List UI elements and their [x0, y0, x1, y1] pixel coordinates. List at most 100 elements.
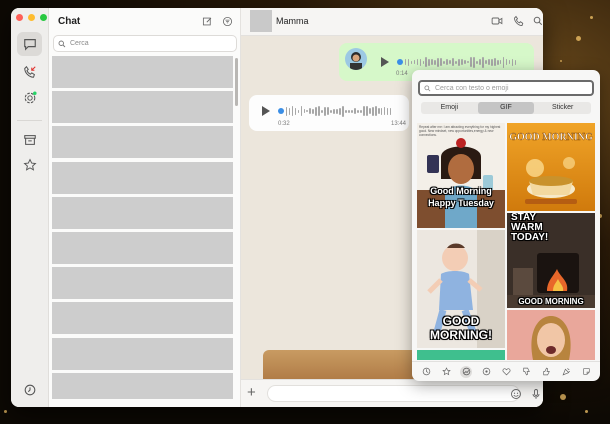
waveform-bar: [309, 108, 311, 114]
gif-item[interactable]: [417, 350, 505, 360]
play-button[interactable]: [262, 106, 270, 116]
waveform-bar: [485, 60, 487, 64]
sender-avatar: [345, 48, 367, 70]
waveform-bar: [467, 61, 469, 63]
contact-avatar[interactable]: [250, 10, 272, 32]
gif-item[interactable]: GOOD MORNING: [507, 123, 595, 211]
category-icon[interactable]: [480, 366, 492, 378]
play-button[interactable]: [381, 57, 389, 67]
plus-icon[interactable]: +: [247, 384, 256, 401]
waveform-bar: [455, 60, 457, 64]
waveform-bar: [390, 107, 392, 115]
waveform-bar: [434, 59, 436, 65]
video-call-icon[interactable]: [491, 15, 503, 27]
party-icon[interactable]: [560, 366, 572, 378]
message-input[interactable]: [267, 385, 520, 402]
smiley-icon[interactable]: [510, 388, 522, 400]
playhead-dot[interactable]: [397, 59, 403, 65]
gear-icon: [24, 384, 35, 396]
chat-row[interactable]: [52, 372, 233, 399]
gif-caption: GOOD MORNING: [518, 297, 584, 306]
chat-row[interactable]: [52, 161, 233, 194]
waveform-bar: [509, 60, 511, 64]
thumb-up-icon[interactable]: [540, 366, 552, 378]
gif-item[interactable]: STAY WARM TODAY! GOOD MORNING: [507, 213, 595, 308]
waveform-bar: [312, 108, 314, 114]
incoming-voice-message: 0:32 13:44: [249, 95, 409, 131]
rail-chats-button[interactable]: [17, 32, 42, 56]
chat-row[interactable]: [52, 302, 233, 335]
recent-icon[interactable]: [420, 366, 432, 378]
gif-grid: Repeat after me: I am attracting everyth…: [416, 123, 596, 360]
thumb-down-icon[interactable]: [520, 366, 532, 378]
waveform-bar: [315, 106, 317, 116]
waveform-bar: [360, 109, 362, 113]
chat-list-panel: Chat Cerca: [49, 8, 241, 407]
waveform-bar: [419, 58, 421, 66]
contact-name[interactable]: Mamma: [276, 16, 309, 26]
chat-row[interactable]: [52, 91, 233, 124]
playhead-dot[interactable]: [278, 108, 284, 114]
navigation-rail: [11, 8, 49, 407]
zoom-window-button[interactable]: [40, 14, 47, 21]
chat-row[interactable]: [52, 56, 233, 88]
chat-row[interactable]: [52, 267, 233, 300]
rail-starred-button[interactable]: [17, 153, 42, 177]
waveform-bar: [407, 58, 409, 66]
tab-sticker[interactable]: Sticker: [534, 102, 591, 114]
gif-caption: Good Morning Happy Tuesday: [428, 186, 494, 208]
waveform-bar: [285, 106, 287, 116]
chat-row[interactable]: [52, 196, 233, 229]
chat-list-scrollbar[interactable]: [235, 58, 238, 106]
heart-icon[interactable]: [500, 366, 512, 378]
tab-emoji[interactable]: Emoji: [421, 102, 478, 114]
phone-icon: [23, 65, 36, 78]
rail-archived-button[interactable]: [17, 128, 42, 152]
trending-icon[interactable]: [460, 365, 472, 378]
svg-text:GOOD MORNING: GOOD MORNING: [509, 132, 593, 143]
search-icon: [424, 84, 431, 91]
compose-icon[interactable]: [202, 16, 213, 27]
chat-list-title: Chat: [58, 16, 81, 27]
background-sparkle: [560, 394, 566, 400]
voice-waveform[interactable]: [278, 105, 392, 117]
minimize-window-button[interactable]: [28, 14, 35, 21]
rail-status-button[interactable]: [17, 86, 42, 110]
chat-search-field[interactable]: Cerca: [53, 35, 237, 52]
waveform-bar: [404, 59, 406, 65]
chat-row[interactable]: [52, 337, 233, 370]
waveform-bar: [443, 60, 445, 64]
waveform-bar: [330, 109, 332, 113]
window-controls: [16, 14, 47, 21]
chat-row[interactable]: [52, 231, 233, 264]
waveform-bar: [458, 58, 460, 66]
chat-row[interactable]: [52, 126, 233, 159]
voice-waveform[interactable]: [397, 56, 517, 68]
background-sparkle: [4, 410, 7, 413]
waveform-bar: [300, 106, 302, 116]
waveform-bar: [512, 58, 514, 66]
gif-item[interactable]: [507, 310, 595, 360]
phone-icon[interactable]: [513, 15, 525, 27]
gif-item[interactable]: GOOD MORNING!: [417, 230, 505, 348]
filter-icon[interactable]: [222, 16, 233, 27]
gif-item[interactable]: Repeat after me: I am attracting everyth…: [417, 123, 505, 228]
gif-caption: STAY WARM TODAY!: [511, 213, 549, 243]
microphone-icon[interactable]: [530, 388, 542, 400]
rail-settings-button[interactable]: [17, 378, 42, 402]
waveform-bar: [422, 60, 424, 64]
rail-divider: [17, 120, 42, 121]
gif-search-field[interactable]: Cerca con testo o emoji: [418, 80, 594, 96]
voice-duration: 0:32: [278, 121, 290, 127]
sticker-icon[interactable]: [580, 366, 592, 378]
rail-calls-button[interactable]: [17, 60, 42, 84]
search-icon[interactable]: [533, 15, 543, 27]
favorites-star-icon[interactable]: [440, 366, 452, 378]
background-sparkle: [590, 16, 593, 19]
waveform-bar: [339, 107, 341, 115]
waveform-bar: [372, 106, 374, 116]
waveform-bar: [476, 60, 478, 64]
close-window-button[interactable]: [16, 14, 23, 21]
tab-gif[interactable]: GIF: [477, 102, 535, 114]
waveform-bar: [369, 108, 371, 114]
